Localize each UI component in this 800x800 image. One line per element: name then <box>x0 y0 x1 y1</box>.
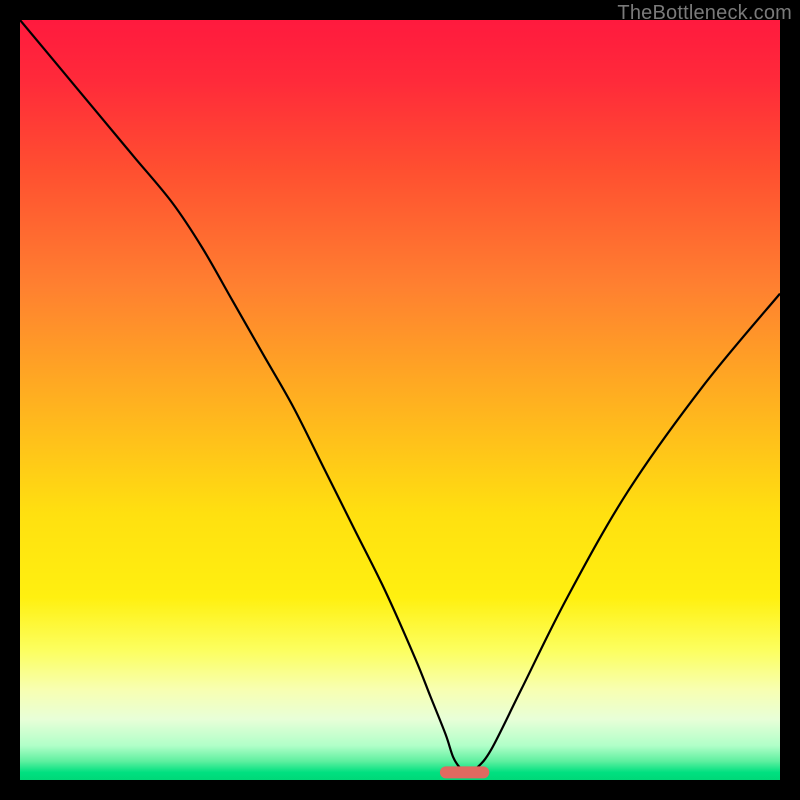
chart-frame: TheBottleneck.com <box>0 0 800 800</box>
gradient-background <box>20 20 780 780</box>
optimal-marker <box>440 766 489 778</box>
attribution-text: TheBottleneck.com <box>617 2 792 25</box>
plot-area <box>20 20 780 780</box>
chart-svg <box>20 20 780 780</box>
